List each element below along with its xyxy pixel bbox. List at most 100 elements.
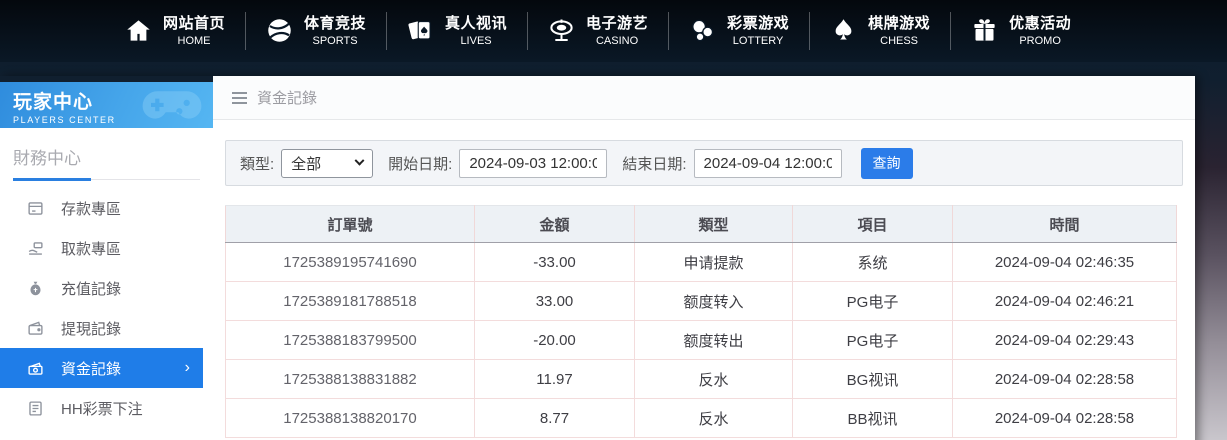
column-header: 金額 [475, 206, 635, 243]
table-cell: 1725389195741690 [226, 243, 475, 282]
funds-table: 訂單號金額類型項目時間 1725389195741690-33.00申请提款系统… [225, 205, 1177, 438]
sidebar-section-label: 財務中心 [13, 144, 200, 169]
nav-label-zh: 真人视讯 [445, 14, 507, 34]
nav-label-en: PROMO [1019, 34, 1061, 48]
nav-label-zh: 棋牌游戏 [868, 14, 930, 34]
table-row: 1725389195741690-33.00申请提款系统2024-09-04 0… [226, 243, 1177, 282]
end-date-input[interactable] [694, 149, 842, 178]
table-cell: 1725388183799500 [226, 321, 475, 360]
players-center-header: 玩家中心 PLAYERS CENTER [0, 82, 213, 128]
type-select[interactable]: 全部 [281, 149, 373, 178]
nav-label-zh: 优惠活动 [1009, 14, 1071, 34]
table-cell: -20.00 [475, 321, 635, 360]
card-terminal-icon [27, 200, 44, 217]
table-cell: 1725388138820170 [226, 399, 475, 438]
filter-bar: 類型: 全部 開始日期: 結束日期: 查詢 [225, 140, 1183, 186]
sidebar-item-hh-lottery-bets[interactable]: HH彩票下注› [0, 388, 213, 428]
table-cell: 2024-09-04 02:28:58 [953, 360, 1177, 399]
column-header: 時間 [953, 206, 1177, 243]
nav-label-en: CHESS [880, 34, 918, 48]
hand-money-icon [27, 240, 44, 257]
nav-item-chess[interactable]: 棋牌游戏CHESS [810, 14, 950, 48]
sidebar-item-deposit-zone[interactable]: 存款專區› [0, 188, 213, 228]
nav-label-en: CASINO [596, 34, 638, 48]
nav-item-sports[interactable]: 体育竞技SPORTS [246, 14, 386, 48]
roulette-icon [548, 17, 575, 44]
table-cell: 申请提款 [635, 243, 793, 282]
sidebar-item-recharge-records[interactable]: 充值記錄› [0, 268, 213, 308]
breadcrumb: 資金記錄 [213, 76, 1195, 120]
nav-label-zh: 电子游艺 [586, 14, 648, 34]
main-area: 資金記錄 類型: 全部 開始日期: 結束日期: 查詢 訂單號金額類型項目時間 1 [213, 76, 1195, 440]
column-header: 項目 [793, 206, 953, 243]
table-cell: 33.00 [475, 282, 635, 321]
table-cell: 1725388138831882 [226, 360, 475, 399]
table-header-row: 訂單號金額類型項目時間 [226, 206, 1177, 243]
nav-label-zh: 网站首页 [163, 14, 225, 34]
start-date-input[interactable] [459, 149, 607, 178]
table-cell: 2024-09-04 02:46:21 [953, 282, 1177, 321]
gamepad-icon [137, 85, 207, 127]
table-cell: BG视讯 [793, 360, 953, 399]
nav-item-labels: 优惠活动PROMO [1009, 14, 1071, 48]
menu-icon[interactable] [232, 89, 247, 107]
table-cell: PG电子 [793, 321, 953, 360]
home-icon [125, 17, 152, 44]
nav-item-promo[interactable]: 优惠活动PROMO [951, 14, 1091, 48]
table-row: 172538918178851833.00额度转入PG电子2024-09-04 … [226, 282, 1177, 321]
table-cell: 8.77 [475, 399, 635, 438]
chevron-right-icon: › [185, 360, 190, 376]
nav-label-en: LIVES [460, 34, 491, 48]
lottery-balls-icon [689, 17, 716, 44]
nav-item-lives[interactable]: 真人视讯LIVES [387, 14, 527, 48]
nav-item-labels: 真人视讯LIVES [445, 14, 507, 48]
start-date-label: 開始日期: [388, 153, 452, 174]
sidebar-item-label: 充值記錄 [61, 278, 121, 299]
table-cell: 2024-09-04 02:28:58 [953, 399, 1177, 438]
nav-item-labels: 体育竞技SPORTS [304, 14, 366, 48]
sidebar: 玩家中心 PLAYERS CENTER 財務中心 存款專區›取款專區›充值記錄›… [0, 76, 213, 440]
type-select-value: 全部 [291, 153, 321, 174]
table-cell: 反水 [635, 399, 793, 438]
nav-item-labels: 棋牌游戏CHESS [868, 14, 930, 48]
table-cell: 2024-09-04 02:46:35 [953, 243, 1177, 282]
sidebar-item-label: 資金記錄 [61, 358, 121, 379]
document-icon [27, 400, 44, 417]
table-cell: PG电子 [793, 282, 953, 321]
sidebar-section: 財務中心 [0, 128, 213, 180]
type-label: 類型: [240, 153, 274, 174]
top-nav: 网站首页HOME 体育竞技SPORTS 真人视讯LIVES 电子游艺CASINO 彩票游… [0, 0, 1227, 62]
sidebar-item-label: 取款專區 [61, 238, 121, 259]
sidebar-body: 財務中心 存款專區›取款專區›充值記錄›提現記錄› 資金記錄 › HH彩票下注›麻雀投… [0, 128, 213, 440]
sidebar-item-withdraw-zone[interactable]: 取款專區› [0, 228, 213, 268]
table-cell: 额度转入 [635, 282, 793, 321]
sidebar-item-withdrawal-records[interactable]: 提現記錄› [0, 308, 213, 348]
nav-label-en: HOME [178, 34, 211, 48]
column-header: 類型 [635, 206, 793, 243]
nav-item-casino[interactable]: 电子游艺CASINO [528, 14, 668, 48]
nav-item-labels: 网站首页HOME [163, 14, 225, 48]
table-row: 1725388183799500-20.00额度转出PG电子2024-09-04… [226, 321, 1177, 360]
table-cell: 2024-09-04 02:29:43 [953, 321, 1177, 360]
sports-ball-icon [266, 17, 293, 44]
table-cell: 1725389181788518 [226, 282, 475, 321]
nav-item-lottery[interactable]: 彩票游戏LOTTERY [669, 14, 809, 48]
funds-table-wrap: 訂單號金額類型項目時間 1725389195741690-33.00申请提款系统… [225, 205, 1183, 438]
table-cell: 11.97 [475, 360, 635, 399]
table-row: 17253881388201708.77反水BB视讯2024-09-04 02:… [226, 399, 1177, 438]
table-cell: BB视讯 [793, 399, 953, 438]
table-cell: 系统 [793, 243, 953, 282]
sidebar-item-label: 提現記錄 [61, 318, 121, 339]
query-button[interactable]: 查詢 [861, 148, 913, 179]
table-row: 172538813883188211.97反水BG视讯2024-09-04 02… [226, 360, 1177, 399]
sidebar-item-mahjong-bet-records[interactable]: 麻雀投註記錄› [0, 428, 213, 440]
nav-item-home[interactable]: 网站首页HOME [105, 14, 245, 48]
sidebar-item-funds-records[interactable]: 資金記錄 › [0, 348, 203, 388]
spade-icon [830, 17, 857, 44]
nav-item-labels: 电子游艺CASINO [586, 14, 648, 48]
end-date-label: 結束日期: [622, 153, 686, 174]
playing-cards-icon [407, 17, 434, 44]
table-cell: -33.00 [475, 243, 635, 282]
nav-item-labels: 彩票游戏LOTTERY [727, 14, 789, 48]
table-cell: 反水 [635, 360, 793, 399]
